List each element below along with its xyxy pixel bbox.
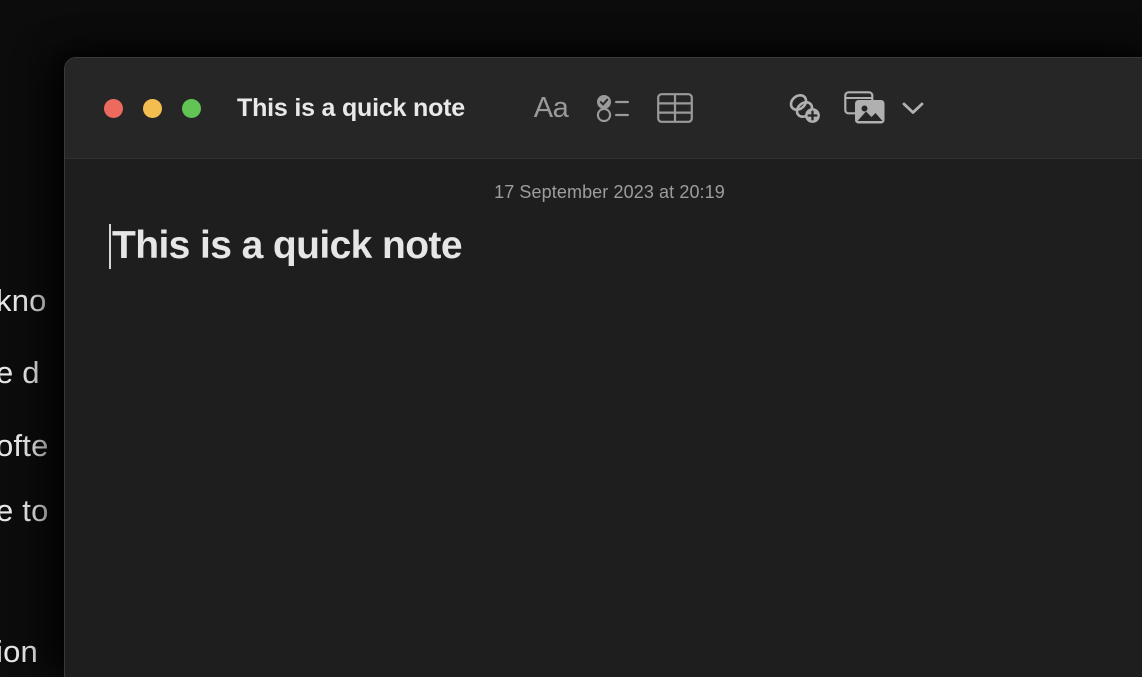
background-text-line: e d	[0, 357, 40, 388]
note-timestamp: 17 September 2023 at 20:19	[65, 159, 1142, 203]
background-text-line: kno	[0, 285, 47, 316]
background-document-text: kno e d ofte e to ion	[0, 0, 64, 665]
window-toolbar: This is a quick note Aa	[65, 58, 1142, 159]
close-button[interactable]	[104, 99, 123, 118]
note-title-text[interactable]: This is a quick note	[112, 224, 462, 268]
background-text-line: ofte	[0, 430, 49, 461]
media-icon[interactable]	[834, 77, 896, 139]
insert-tool-group	[772, 77, 930, 139]
note-title-row[interactable]: This is a quick note	[65, 220, 1142, 272]
background-text-line: ion	[0, 636, 38, 665]
chevron-down-icon[interactable]	[896, 77, 930, 139]
quick-note-window: This is a quick note Aa	[64, 57, 1142, 677]
checklist-icon[interactable]	[582, 77, 644, 139]
format-text-icon[interactable]: Aa	[520, 77, 582, 139]
minimize-button[interactable]	[143, 99, 162, 118]
format-tool-group: Aa	[520, 77, 706, 139]
maximize-button[interactable]	[182, 99, 201, 118]
add-link-icon[interactable]	[772, 77, 834, 139]
table-icon[interactable]	[644, 77, 706, 139]
note-content-area[interactable]: 17 September 2023 at 20:19 This is a qui…	[65, 159, 1142, 677]
desktop-background: kno e d ofte e to ion This is a quick note A…	[0, 0, 1142, 665]
traffic-light-controls	[104, 99, 201, 118]
background-text-line: e to	[0, 495, 49, 526]
text-cursor-caret	[109, 224, 111, 269]
window-title: This is a quick note	[237, 94, 465, 123]
